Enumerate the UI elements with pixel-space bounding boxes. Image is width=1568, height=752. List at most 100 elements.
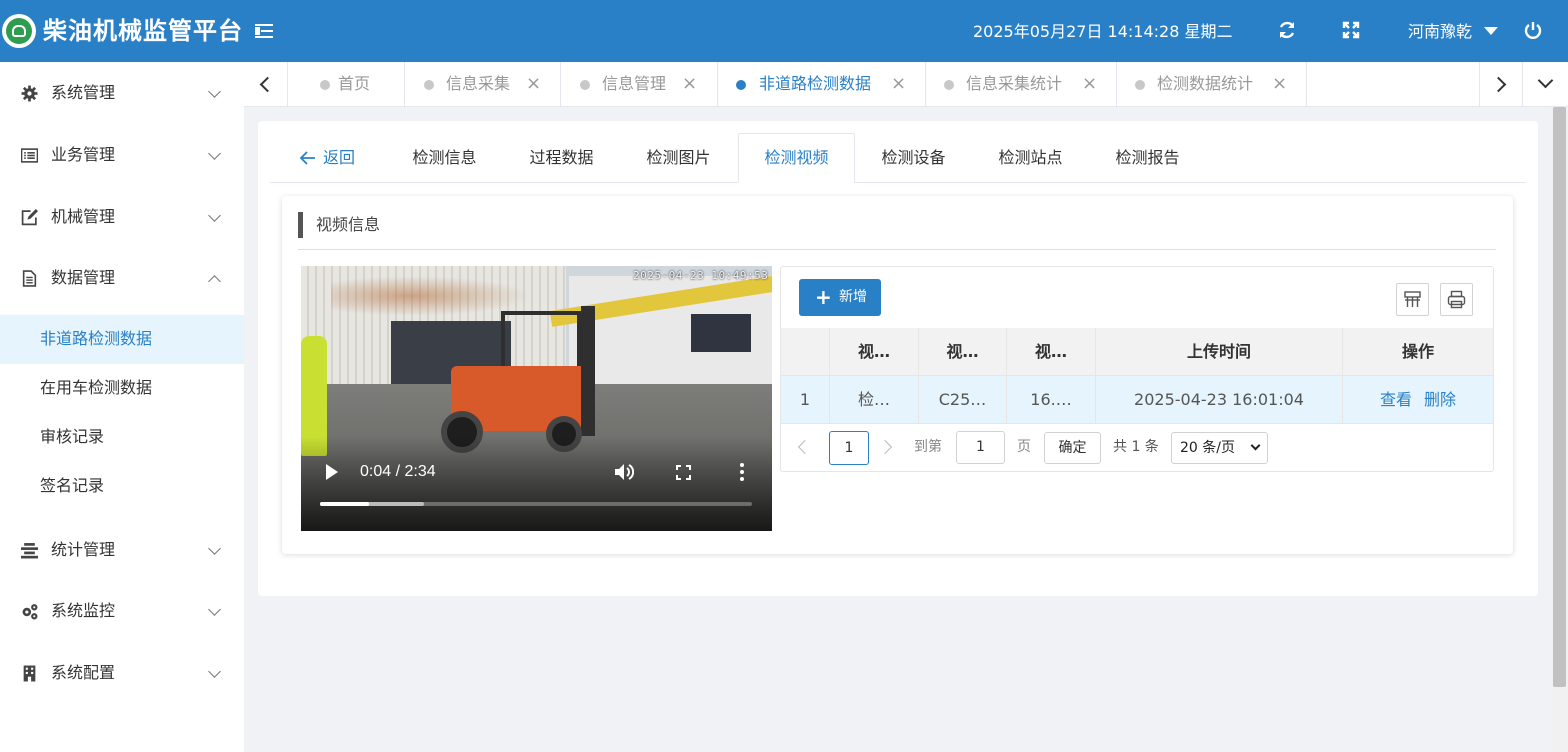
video-played-bar [320, 502, 369, 506]
power-icon[interactable] [1522, 20, 1544, 42]
pager-size-label: 20 条/页 [1180, 440, 1235, 456]
subtab-label: 过程数据 [529, 148, 594, 167]
play-icon[interactable] [326, 464, 338, 480]
sidebar-item-data-management[interactable]: 数据管理 [0, 253, 244, 303]
upload-time-cell: 2025-04-23 16:01:04 [1096, 376, 1343, 424]
sidebar-item-system-configuration[interactable]: 系统配置 [0, 648, 244, 698]
back-label: 返回 [323, 148, 356, 167]
building-icon [23, 665, 36, 682]
close-icon[interactable]: × [1082, 74, 1097, 94]
app-title: 柴油机械监管平台 [43, 17, 243, 45]
tabs-scroll-left-icon[interactable] [244, 62, 288, 107]
tabs-dropdown-icon[interactable] [1524, 62, 1568, 107]
table-row[interactable]: 1 检… C25… 16.… 2025-04-23 16:01:04 查看 删除 [781, 376, 1493, 424]
tab-home[interactable]: 首页 [289, 62, 405, 107]
subtab-test-report[interactable]: 检测报告 [1089, 133, 1206, 183]
sidebar-subitem-nonroad-data[interactable]: 非道路检测数据 [0, 315, 244, 364]
pager-size-select[interactable]: 20 条/页 [1171, 432, 1268, 464]
sidebar-item-business-management[interactable]: 业务管理 [0, 130, 244, 180]
column-header[interactable]: 上传时间 [1096, 328, 1343, 376]
chevron-down-icon [208, 209, 221, 222]
video-progress-bar[interactable] [320, 502, 752, 506]
sidebar-subitem-label: 审核记录 [40, 427, 105, 446]
subtab-test-images[interactable]: 检测图片 [620, 133, 737, 183]
column-header [781, 328, 830, 376]
table-cell: C25… [919, 376, 1007, 424]
fullscreen-icon[interactable] [676, 465, 691, 480]
align-icon [21, 543, 38, 559]
header-datetime: 2025年05月27日 14:14:28 星期二 [973, 22, 1233, 41]
close-icon[interactable]: × [526, 74, 541, 94]
edit-icon [21, 209, 38, 226]
table-header: 视… 视… 视… 上传时间 操作 [781, 328, 1493, 376]
volume-icon[interactable] [614, 463, 634, 481]
sidebar-item-machinery-management[interactable]: 机械管理 [0, 192, 244, 242]
tab-test-data-stats[interactable]: 检测数据统计 × [1117, 62, 1307, 107]
sidebar-item-label: 系统管理 [51, 83, 116, 102]
sidebar-subitem-label: 在用车检测数据 [40, 378, 153, 397]
sidebar-subitem-inuse-vehicle-data[interactable]: 在用车检测数据 [0, 364, 244, 413]
more-options-icon[interactable] [740, 463, 744, 481]
pager-total: 共 1 条 [1113, 439, 1159, 455]
column-header[interactable]: 视… [1007, 328, 1096, 376]
user-menu[interactable]: 河南豫乾 [1408, 21, 1472, 43]
column-header: 操作 [1401, 342, 1434, 361]
tab-label: 信息采集统计 [966, 74, 1063, 93]
chevron-down-icon [208, 665, 221, 678]
close-icon[interactable]: × [891, 74, 906, 94]
subtab-label: 检测视频 [764, 148, 829, 167]
sidebar-subitem-audit-records[interactable]: 审核记录 [0, 413, 244, 462]
gears-icon [22, 604, 38, 620]
sidebar-item-label: 系统监控 [51, 601, 116, 620]
subtab-test-video[interactable]: 检测视频 [738, 133, 855, 183]
chevron-down-icon[interactable] [1484, 27, 1498, 35]
refresh-icon[interactable] [1276, 20, 1298, 42]
subtab-process-data[interactable]: 过程数据 [503, 133, 620, 183]
tab-info-collection[interactable]: 信息采集 × [405, 62, 561, 107]
tab-label: 信息管理 [602, 74, 667, 93]
sidebar-item-label: 数据管理 [51, 268, 116, 287]
page-scrollbar[interactable] [1551, 107, 1568, 752]
column-header[interactable]: 视… [830, 328, 919, 376]
add-button[interactable]: + 新增 [799, 279, 881, 316]
subtab-label: 检测设备 [881, 148, 946, 167]
tabs-scroll-right-icon[interactable] [1479, 62, 1523, 107]
sidebar-subitem-label: 非道路检测数据 [40, 329, 153, 348]
add-button-label: 新增 [839, 289, 867, 305]
tab-info-collection-stats[interactable]: 信息采集统计 × [926, 62, 1117, 107]
pager-current-page[interactable]: 1 [829, 431, 869, 465]
list-icon [21, 148, 38, 163]
column-header[interactable]: 视… [919, 328, 1007, 376]
sidebar-item-system-management[interactable]: 系统管理 [0, 68, 244, 118]
chevron-down-icon [208, 542, 221, 555]
close-icon[interactable]: × [1272, 74, 1287, 94]
subtab-test-station[interactable]: 检测站点 [972, 133, 1089, 183]
view-link[interactable]: 查看 [1380, 390, 1412, 409]
sidebar-item-statistics-management[interactable]: 统计管理 [0, 525, 244, 575]
delete-link[interactable]: 删除 [1424, 390, 1456, 409]
video-player[interactable]: 2025-04-23 10:49:53 [301, 266, 772, 531]
print-icon[interactable] [1440, 283, 1473, 316]
subtab-label: 检测图片 [646, 148, 711, 167]
subtab-test-info[interactable]: 检测信息 [386, 133, 503, 183]
section-divider [298, 249, 1496, 250]
fullscreen-icon[interactable] [1340, 20, 1362, 42]
columns-filter-icon[interactable] [1396, 283, 1429, 316]
tab-info-management[interactable]: 信息管理 × [561, 62, 718, 107]
subtab-label: 检测站点 [998, 148, 1063, 167]
pager-page-label: 页 [1017, 439, 1031, 455]
menu-collapse-icon[interactable] [255, 24, 273, 38]
video-time: 0:04 / 2:34 [360, 463, 436, 480]
chevron-down-icon [208, 85, 221, 98]
subtab-test-equipment[interactable]: 检测设备 [855, 133, 972, 183]
scrollbar-thumb[interactable] [1553, 107, 1566, 687]
pager-goto-input[interactable]: 1 [956, 431, 1005, 464]
tab-nonroad-data[interactable]: 非道路检测数据 × [718, 62, 926, 107]
chevron-down-icon [1250, 440, 1261, 451]
subtab-label: 检测信息 [412, 148, 477, 167]
pager-confirm-button[interactable]: 确定 [1044, 432, 1101, 464]
sidebar-subitem-signature-records[interactable]: 签名记录 [0, 462, 244, 511]
close-icon[interactable]: × [682, 74, 697, 94]
tab-label: 信息采集 [446, 74, 511, 93]
sidebar-item-system-monitoring[interactable]: 系统监控 [0, 586, 244, 636]
